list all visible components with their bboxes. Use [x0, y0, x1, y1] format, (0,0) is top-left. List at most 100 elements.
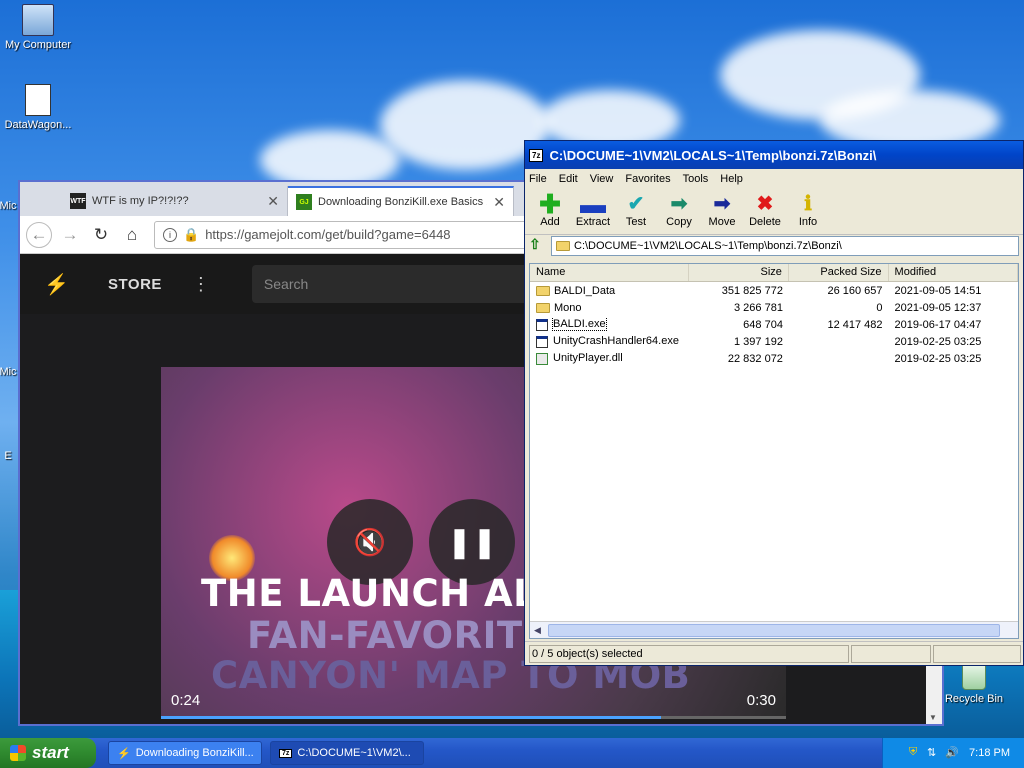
column-header-packed-size[interactable]: Packed Size	[789, 264, 889, 281]
gamejolt-logo-icon[interactable]: ⚡	[44, 272, 84, 297]
desktop-icon-label: E	[4, 450, 12, 462]
folder-icon	[556, 241, 570, 251]
desktop-icon-label: Recycle Bin	[944, 693, 1004, 705]
tab-title: Downloading BonziKill.exe Basics 1	[318, 196, 488, 208]
forward-button[interactable]: →	[57, 222, 83, 248]
back-button[interactable]: ←	[26, 221, 52, 248]
path-text: C:\DOCUME~1\VM2\LOCALS~1\Temp\bonzi.7z\B…	[574, 240, 842, 252]
column-header-size[interactable]: Size	[689, 264, 789, 281]
speaker-icon[interactable]: 🔊	[945, 746, 959, 760]
computer-icon	[22, 4, 54, 36]
delete-button[interactable]: ✖ Delete	[744, 192, 786, 228]
folder-up-icon: ⇧	[529, 236, 541, 252]
info-icon: ℹ	[804, 193, 812, 215]
store-link[interactable]: STORE	[108, 276, 162, 293]
desktop-icon-label: DataWagon...	[4, 119, 72, 131]
start-label: start	[32, 743, 69, 762]
file-modified: 2021-09-05 12:37	[894, 301, 982, 314]
home-button[interactable]: ⌂	[119, 222, 145, 248]
toolbar-label: Test	[625, 216, 647, 228]
exe-file-icon	[536, 335, 548, 348]
reload-button[interactable]: ↻	[88, 222, 114, 248]
video-caption-line: FAN-FAVORIT	[247, 614, 523, 657]
file-size: 351 825 772	[721, 284, 783, 297]
tab-gamejolt[interactable]: GJ Downloading BonziKill.exe Basics 1 ✕	[288, 186, 514, 216]
7zip-app-icon: 7z	[279, 748, 293, 758]
extract-button[interactable]: ▬ Extract	[572, 191, 614, 228]
file-modified: 2019-06-17 04:47	[894, 318, 982, 331]
desktop-icon-my-computer[interactable]: My Computer	[0, 4, 76, 51]
status-cell	[933, 644, 1021, 663]
copy-button[interactable]: ➡ Copy	[658, 192, 700, 228]
menu-view[interactable]: View	[590, 173, 614, 185]
toolbar-label: Delete	[749, 216, 781, 228]
desktop-icon-recycle-bin[interactable]: Recycle Bin	[936, 664, 1012, 705]
taskbar: start ⚡ Downloading BonziKill... 7z C:\D…	[0, 738, 1024, 768]
table-row[interactable]: Mono 3 266 781 0 2021-09-05 12:37	[530, 299, 1018, 316]
file-list: Name Size Packed Size Modified BALDI_Dat…	[529, 263, 1019, 639]
7zip-app-icon: 7z	[529, 148, 544, 162]
desktop-icon-datawagon[interactable]: DataWagon...	[0, 84, 76, 131]
test-button[interactable]: ✔ Test	[615, 192, 657, 228]
menu-edit[interactable]: Edit	[559, 173, 578, 185]
desktop-icon-label: Mic	[0, 366, 17, 378]
shield-icon[interactable]: ⛨	[909, 746, 923, 760]
info-icon[interactable]: i	[163, 227, 177, 242]
dll-file-icon	[536, 352, 548, 365]
folder-up-button[interactable]: ⇧	[529, 236, 551, 256]
tab-wtf-ip[interactable]: WTF WTF is my IP?!?!?? ✕	[62, 186, 288, 216]
folder-icon	[536, 285, 550, 296]
x-icon: ✖	[756, 193, 774, 215]
toolbar-label: Copy	[666, 216, 692, 228]
taskbar-item-7zip[interactable]: 7z C:\DOCUME~1\VM2\...	[270, 741, 424, 765]
status-cell	[851, 644, 931, 663]
wtf-favicon-icon: WTF	[70, 193, 86, 209]
menu-tools[interactable]: Tools	[683, 173, 709, 185]
start-button[interactable]: start	[0, 738, 96, 768]
reload-icon: ↻	[93, 224, 109, 244]
arrow-right-icon: →	[61, 224, 79, 244]
file-size: 648 704	[743, 318, 783, 331]
file-size: 1 397 192	[734, 335, 783, 348]
file-name: UnityPlayer.dll	[553, 352, 623, 365]
chevron-left-icon[interactable]: ◀	[534, 625, 541, 636]
video-current-time: 0:24	[171, 692, 201, 709]
column-header-name[interactable]: Name	[530, 264, 690, 281]
menu-help[interactable]: Help	[720, 173, 743, 185]
chevron-down-icon[interactable]: ▼	[929, 713, 937, 722]
taskbar-item-browser[interactable]: ⚡ Downloading BonziKill...	[108, 741, 262, 765]
menu-favorites[interactable]: Favorites	[625, 173, 670, 185]
move-button[interactable]: ➡ Move	[701, 192, 743, 228]
arrow-left-icon: ←	[30, 224, 48, 244]
horizontal-scrollbar[interactable]: ◀	[530, 621, 1018, 638]
file-size: 22 832 072	[727, 352, 783, 365]
more-vertical-icon[interactable]: ⋮	[192, 274, 210, 295]
column-header-modified[interactable]: Modified	[889, 264, 1019, 281]
file-modified: 2021-09-05 14:51	[894, 284, 982, 297]
toolbar-label: Info	[798, 216, 818, 228]
clock[interactable]: 7:18 PM	[969, 747, 1010, 759]
table-row[interactable]: UnityPlayer.dll 22 832 072 2019-02-25 03…	[530, 350, 1018, 367]
info-button[interactable]: ℹ Info	[787, 192, 829, 228]
path-field[interactable]: C:\DOCUME~1\VM2\LOCALS~1\Temp\bonzi.7z\B…	[551, 236, 1019, 256]
plus-icon: ✚	[539, 189, 561, 219]
close-icon[interactable]: ✕	[493, 194, 505, 211]
menu-file[interactable]: File	[529, 173, 547, 185]
add-button[interactable]: ✚ Add	[529, 189, 571, 228]
taskbar-item-label: Downloading BonziKill...	[135, 747, 254, 759]
close-icon[interactable]: ✕	[267, 193, 279, 210]
check-icon: ✔	[627, 193, 645, 215]
table-row[interactable]: BALDI_Data 351 825 772 26 160 657 2021-0…	[530, 282, 1018, 299]
arrow-right-icon: ➡	[713, 193, 731, 215]
file-list-header: Name Size Packed Size Modified	[530, 264, 1019, 282]
table-row[interactable]: BALDI.exe 648 704 12 417 482 2019-06-17 …	[530, 316, 1018, 333]
search-input[interactable]: Search	[251, 265, 552, 303]
window-titlebar[interactable]: 7z C:\DOCUME~1\VM2\LOCALS~1\Temp\bonzi.7…	[525, 141, 1023, 169]
shortcut-file-icon	[25, 84, 51, 116]
network-icon[interactable]: ⇅	[927, 746, 941, 760]
speaker-muted-icon: 🔇	[353, 526, 387, 557]
table-row[interactable]: UnityCrashHandler64.exe 1 397 192 2019-0…	[530, 333, 1018, 350]
video-progress-bar[interactable]	[161, 716, 786, 719]
scrollbar-thumb[interactable]	[548, 623, 1000, 637]
windows-flag-icon	[10, 745, 26, 761]
